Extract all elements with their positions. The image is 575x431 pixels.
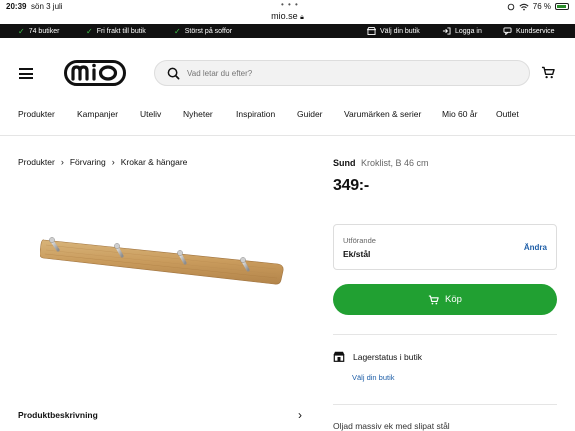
status-indicators: 76 %: [507, 2, 569, 11]
wifi-icon: [519, 3, 529, 10]
nav-item-kampanjer[interactable]: Kampanjer: [77, 109, 118, 119]
status-date: sön 3 juli: [31, 2, 63, 11]
customer-service-link[interactable]: Kundservice: [503, 27, 555, 35]
login-icon: [442, 27, 451, 35]
search-input[interactable]: [187, 65, 517, 82]
toplink-label: Logga in: [455, 27, 482, 35]
mio-logo[interactable]: [64, 60, 126, 86]
usp-item: ✓ 74 butiker: [18, 27, 59, 36]
buy-label: Köp: [445, 294, 462, 305]
nav-item-produkter[interactable]: Produkter: [18, 109, 55, 119]
nav-item-varumarken[interactable]: Varumärken & serier: [344, 109, 421, 119]
breadcrumb-item[interactable]: Produkter: [18, 157, 55, 167]
chevron-right-icon: ›: [111, 157, 115, 167]
nav-item-inspiration[interactable]: Inspiration: [236, 109, 275, 119]
check-icon: ✓: [18, 27, 25, 36]
battery-percent: 76 %: [532, 2, 551, 11]
check-icon: ✓: [174, 27, 181, 36]
buy-button[interactable]: Köp: [333, 284, 557, 315]
variant-selector[interactable]: Utförande Ek/stål Ändra: [333, 224, 557, 270]
toplink-label: Välj din butik: [380, 27, 420, 35]
material-text: Oljad massiv ek med slipat stål: [333, 421, 450, 431]
chat-icon: [503, 27, 512, 35]
usp-label: 74 butiker: [28, 28, 60, 35]
description-label: Produktbeskrivning: [18, 410, 98, 420]
change-variant-link[interactable]: Ändra: [524, 243, 547, 252]
sync-icon: [507, 3, 515, 10]
section-divider: [333, 404, 557, 405]
lock-icon: 🔒︎: [300, 14, 304, 21]
variant-value: Ek/stål: [343, 249, 371, 259]
device-status-bar: 20:39 sön 3 juli • • • mio.se 🔒︎ 76 %: [0, 0, 575, 24]
url-text: mio.se: [271, 11, 298, 21]
breadcrumb: Produkter › Förvaring › Krokar & hängare: [18, 157, 187, 167]
usp-label: Störst på soffor: [184, 28, 233, 35]
main-nav: Produkter Kampanjer Uteliv Nyheter Inspi…: [0, 104, 575, 128]
stock-label: Lagerstatus i butik: [353, 351, 422, 362]
breadcrumb-item[interactable]: Krokar & hängare: [121, 157, 188, 167]
store-icon: [367, 27, 376, 35]
section-divider: [333, 334, 557, 335]
nav-item-nyheter[interactable]: Nyheter: [183, 109, 213, 119]
usp-label: Fri frakt till butik: [96, 28, 146, 35]
header-divider: [0, 135, 575, 136]
nav-item-uteliv[interactable]: Uteliv: [140, 109, 161, 119]
cart-icon: [428, 295, 439, 304]
nav-item-guider[interactable]: Guider: [297, 109, 323, 119]
usp-item: ✓ Fri frakt till butik: [86, 27, 146, 36]
breadcrumb-item[interactable]: Förvaring: [70, 157, 106, 167]
address-bar[interactable]: mio.se 🔒︎: [0, 11, 575, 22]
product-description-toggle[interactable]: Produktbeskrivning ›: [18, 408, 308, 422]
product-brand: Sund: [333, 158, 356, 168]
usp-bar: ✓ 74 butiker ✓ Fri frakt till butik ✓ St…: [0, 24, 575, 38]
chevron-right-icon: ›: [60, 157, 64, 167]
variant-label: Utförande: [343, 236, 376, 245]
more-dots-icon[interactable]: • • •: [281, 0, 299, 9]
chevron-right-icon: ›: [298, 408, 302, 422]
login-link[interactable]: Logga in: [442, 27, 482, 35]
site-header: [0, 38, 575, 104]
product-price: 349:-: [333, 177, 369, 194]
menu-icon[interactable]: [19, 68, 33, 79]
cart-icon[interactable]: [541, 66, 555, 79]
product-name: Kroklist, B 46 cm: [361, 158, 429, 168]
usp-item: ✓ Störst på soffor: [174, 27, 232, 36]
store-icon: [333, 351, 345, 362]
product-title: Sund Kroklist, B 46 cm: [333, 158, 429, 168]
toplink-label: Kundservice: [516, 27, 555, 35]
status-time: 20:39: [6, 2, 27, 11]
stock-status: Lagerstatus i butik: [333, 351, 422, 362]
product-image[interactable]: [40, 228, 290, 296]
search-icon: [167, 67, 180, 80]
nav-item-outlet[interactable]: Outlet: [496, 109, 519, 119]
choose-store-link[interactable]: Välj din butik: [367, 27, 420, 35]
check-icon: ✓: [86, 27, 93, 36]
choose-store-link[interactable]: Välj din butik: [352, 373, 395, 382]
search-bar[interactable]: [154, 60, 530, 86]
battery-icon: [555, 3, 569, 10]
nav-item-mio-60[interactable]: Mio 60 år: [442, 109, 477, 119]
